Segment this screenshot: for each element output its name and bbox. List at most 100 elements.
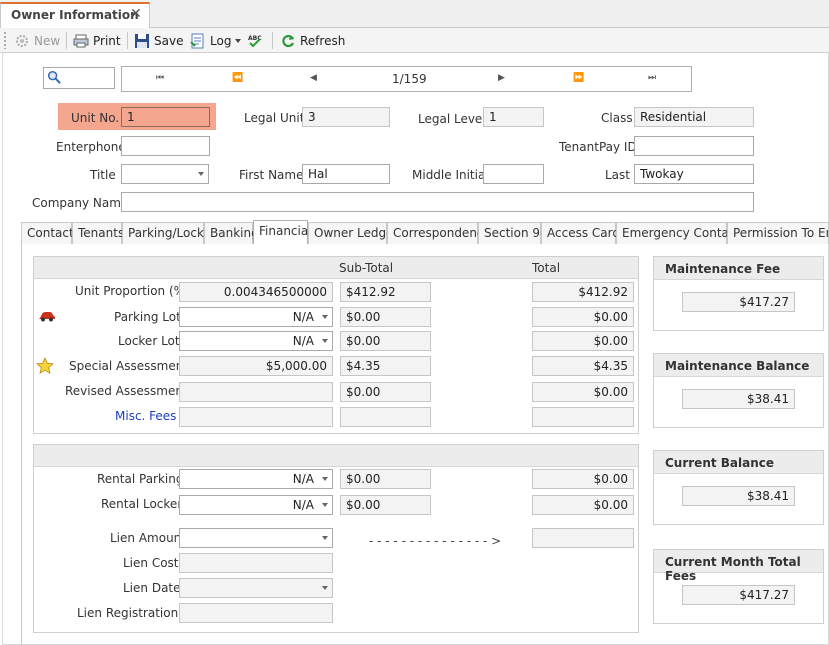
tab-section-98[interactable]: Section 98 (478, 222, 548, 244)
close-icon[interactable]: ✕ (130, 6, 142, 22)
current-balance-value: $38.41 (682, 486, 795, 506)
maintenance-balance-panel: Maintenance Balance $38.41 (653, 353, 824, 428)
special-assessment-label: Special Assessment (69, 359, 189, 373)
tab-emergency-contacts[interactable]: Emergency Contacts (616, 222, 746, 244)
rental-locker-dropdown[interactable]: N/A (179, 495, 333, 515)
tenantpay-id-field[interactable] (634, 136, 754, 156)
current-month-total-fees-value: $417.27 (682, 585, 795, 605)
title-label: Title (90, 168, 116, 182)
legal-level-field[interactable]: 1 (483, 107, 544, 127)
locker-lot-dropdown[interactable]: N/A (179, 331, 333, 351)
refresh-button[interactable]: Refresh (280, 31, 345, 50)
class-label: Class (601, 111, 633, 125)
parking-lot-dropdown[interactable]: N/A (179, 307, 333, 327)
class-field[interactable]: Residential (634, 107, 754, 127)
maintenance-fee-title: Maintenance Fee (665, 262, 781, 276)
lien-amount-dropdown[interactable] (179, 528, 333, 548)
next-record-icon[interactable]: ▶ (498, 73, 505, 83)
enterphone-field[interactable] (121, 136, 210, 156)
last-name-label: Last (605, 168, 630, 182)
maintenance-balance-value: $38.41 (682, 389, 795, 409)
misc-fees-subtotal (340, 407, 431, 427)
unit-proportion-label: Unit Proportion (%) (75, 284, 190, 298)
search-input[interactable] (43, 67, 115, 89)
log-button-label: Log (210, 33, 232, 48)
chevron-down-icon (322, 477, 328, 481)
legal-level-label: Legal Level (418, 112, 486, 126)
first-name-field[interactable]: Hal (302, 164, 390, 184)
special-assessment-total: $4.35 (532, 356, 634, 376)
print-button[interactable]: Print (73, 31, 121, 50)
gear-icon (16, 34, 28, 47)
misc-fees-link[interactable]: Misc. Fees (115, 409, 176, 423)
floppy-disk-icon (135, 33, 149, 48)
subtotal-header: Sub-Total (339, 261, 394, 275)
lien-date-label: Lien Date (123, 581, 181, 595)
revised-assessment-field[interactable] (179, 382, 333, 402)
special-assessment-field[interactable]: $5,000.00 (179, 356, 333, 376)
rental-locker-value: N/A (292, 498, 314, 512)
tenantpay-id-label: TenantPay ID (559, 140, 637, 154)
rental-parking-label: Rental Parking (97, 472, 184, 486)
lien-amount-total (532, 528, 634, 548)
spellcheck-button[interactable]: ABC (247, 31, 263, 50)
unit-proportion-subtotal: $412.92 (340, 282, 431, 302)
revised-assessment-subtotal: $0.00 (340, 382, 431, 402)
lien-arrow: - - - - - - - - - - - - - - - > (369, 534, 502, 548)
document-tab-owner-information[interactable]: Owner Information ✕ (0, 2, 150, 28)
chevron-down-icon (322, 503, 328, 507)
lien-cost-field[interactable] (179, 553, 333, 573)
toolbar-separator (272, 32, 273, 49)
lien-cost-label: Lien Cost (123, 556, 179, 570)
title-dropdown[interactable] (121, 164, 209, 184)
tab-tenants[interactable]: Tenants (72, 222, 124, 244)
rental-parking-dropdown[interactable]: N/A (179, 469, 333, 489)
save-button[interactable]: Save (134, 31, 183, 50)
tab-correspondence[interactable]: Correspondence (387, 222, 491, 244)
last-record-icon[interactable]: ⏭ (648, 73, 656, 83)
company-name-field[interactable] (121, 192, 754, 212)
toolbar-grip[interactable] (4, 32, 6, 49)
tab-financial[interactable]: Financial (253, 220, 312, 244)
last-name-field[interactable]: Twokay (634, 164, 754, 184)
misc-fees-field[interactable] (179, 407, 333, 427)
locker-lot-subtotal: $0.00 (340, 331, 431, 351)
previous-page-icon[interactable]: ⏪ (232, 73, 243, 83)
toolbar-separator (66, 32, 67, 49)
previous-record-icon[interactable]: ◀ (310, 73, 317, 83)
rental-locker-subtotal: $0.00 (340, 495, 431, 515)
refresh-icon (282, 34, 295, 47)
legal-unit-field[interactable]: 3 (302, 107, 390, 127)
lien-date-dropdown[interactable] (179, 578, 333, 598)
chevron-down-icon (322, 536, 328, 540)
current-balance-title: Current Balance (665, 456, 775, 470)
print-button-label: Print (93, 33, 121, 48)
log-button[interactable]: Log (190, 31, 242, 50)
record-position: 1/159 (392, 72, 427, 86)
company-name-label: Company Name (32, 196, 129, 210)
first-record-icon[interactable]: ⏮ (156, 73, 164, 83)
next-page-icon[interactable]: ⏩ (573, 73, 584, 83)
car-icon (39, 312, 55, 322)
new-button[interactable]: New (14, 31, 60, 50)
tab-parking-locker[interactable]: Parking/Locker (122, 222, 216, 244)
star-icon (36, 357, 54, 375)
maintenance-balance-title: Maintenance Balance (665, 359, 810, 373)
svg-text:ABC: ABC (248, 35, 262, 42)
locker-lot-total: $0.00 (532, 331, 634, 351)
tab-banking[interactable]: Banking (204, 222, 259, 244)
chevron-down-icon (322, 339, 328, 343)
lien-registration-field[interactable] (179, 603, 333, 623)
locker-lot-label: Locker Lot (118, 334, 180, 348)
middle-initial-field[interactable] (483, 164, 544, 184)
tab-access-cards[interactable]: Access Cards (541, 222, 626, 244)
tab-owner-ledger[interactable]: Owner Ledger (308, 222, 398, 244)
unit-no-field[interactable]: 1 (121, 107, 210, 127)
rental-parking-subtotal: $0.00 (340, 469, 431, 489)
tab-permission-to-enter[interactable]: Permission To Enter (727, 222, 829, 244)
current-month-total-fees-panel: Current Month Total Fees $417.27 (653, 549, 824, 624)
lien-registration-label: Lien Registration # (77, 606, 193, 620)
maintenance-fee-panel: Maintenance Fee $417.27 (653, 256, 824, 331)
unit-proportion-field[interactable]: 0.004346500000 (179, 282, 333, 302)
tab-contact[interactable]: Contact (21, 222, 74, 244)
